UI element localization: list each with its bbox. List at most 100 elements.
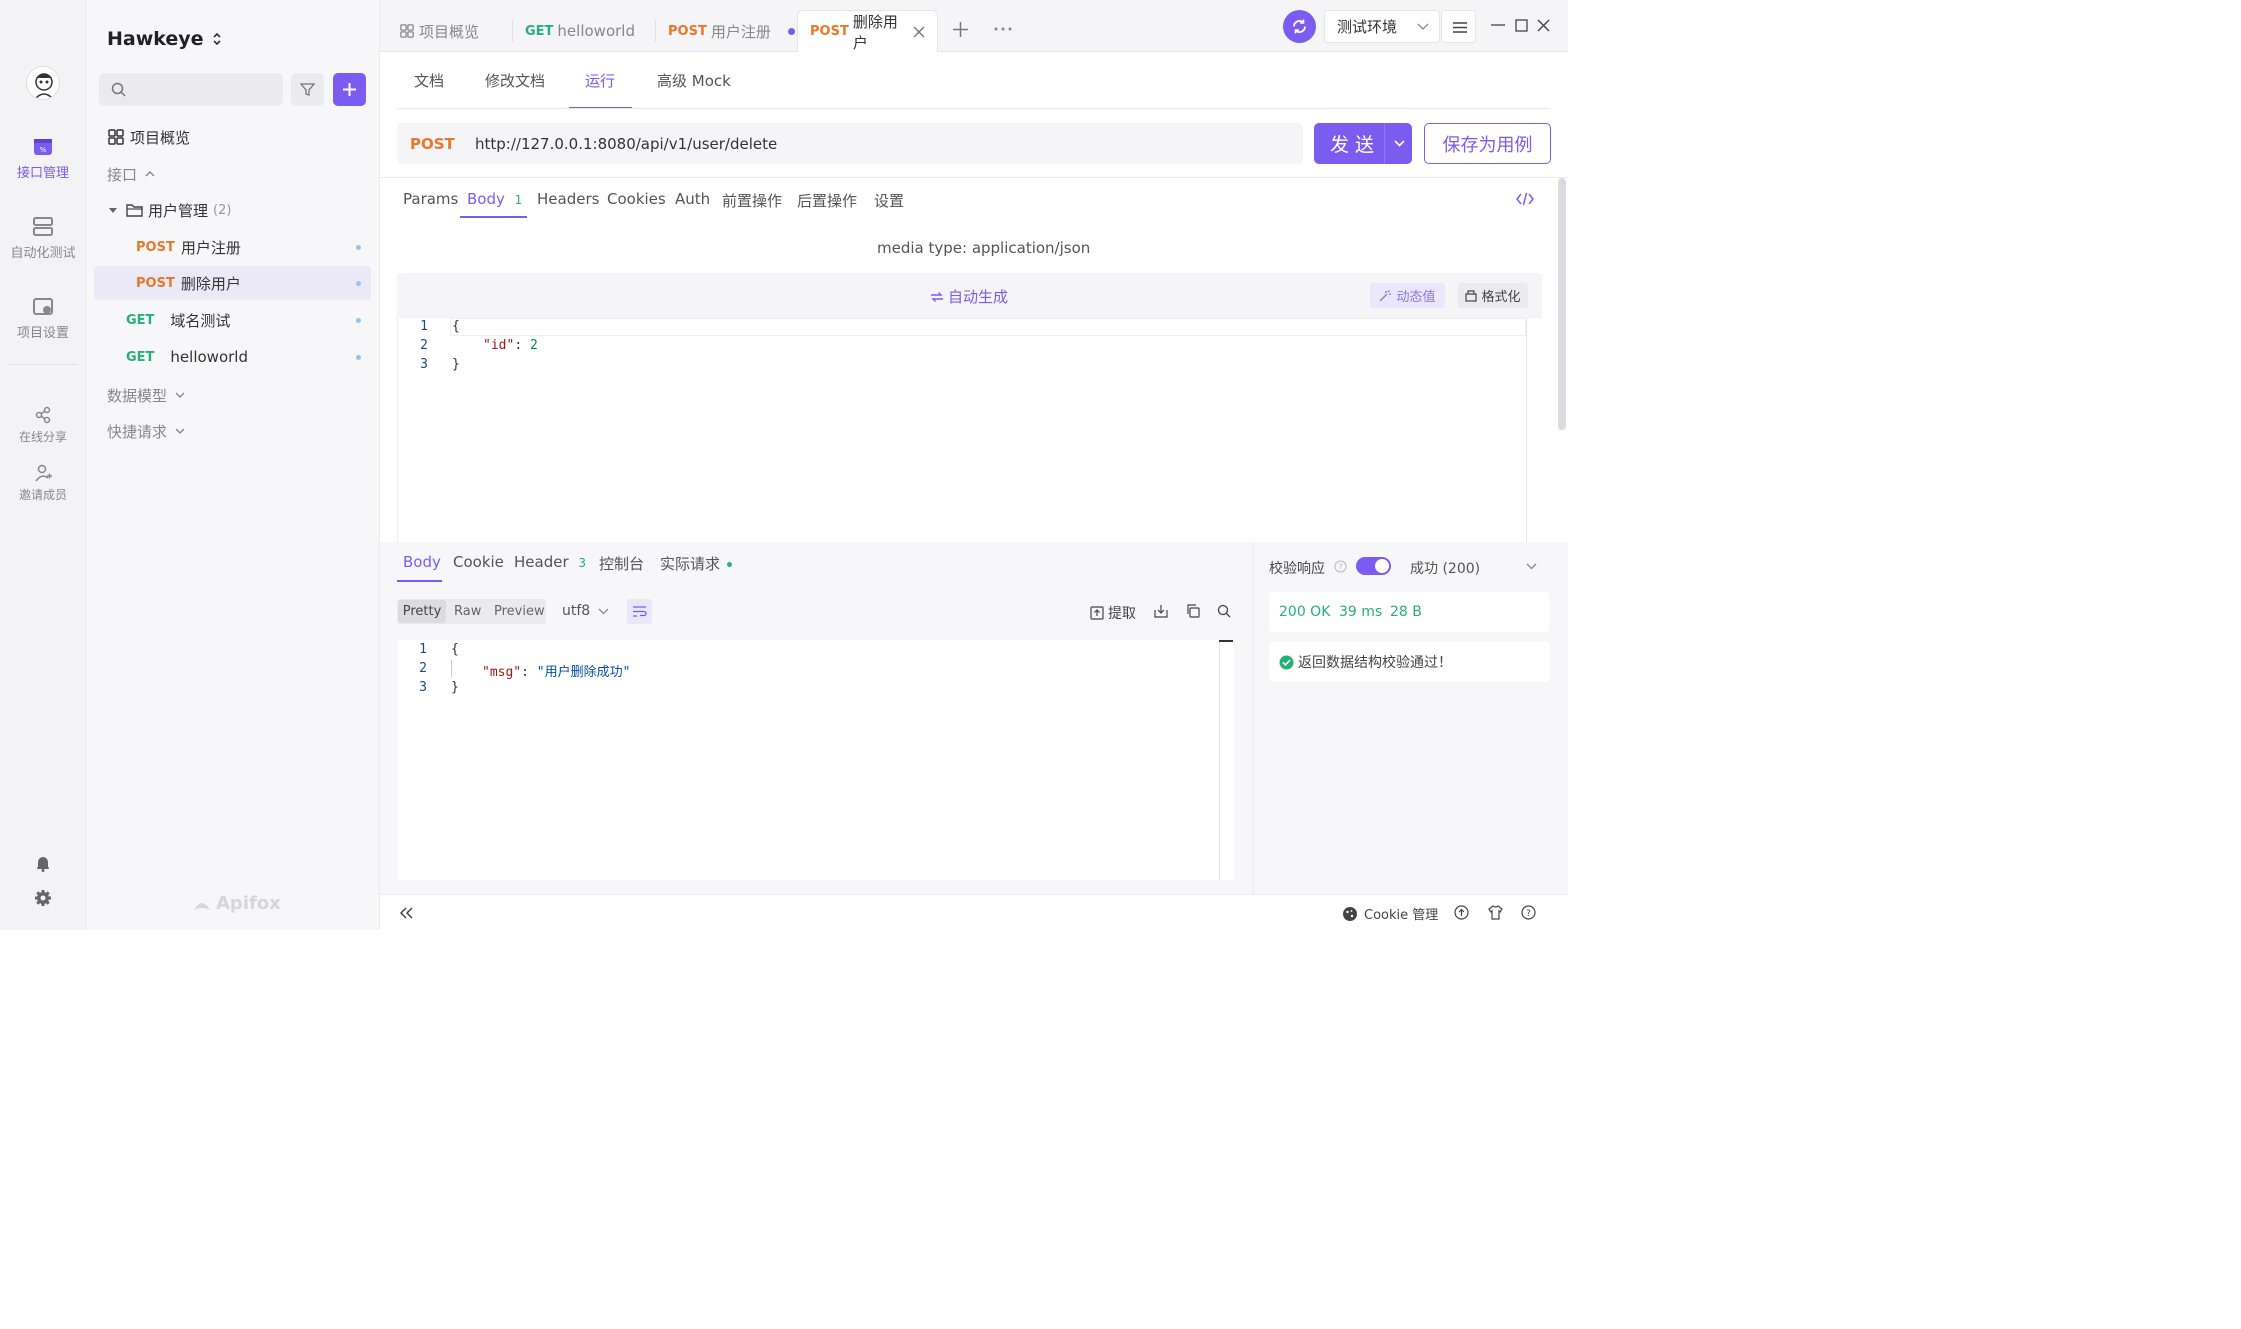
response-scrollbar[interactable] (1219, 640, 1220, 880)
auto-generate-button[interactable]: 自动生成 (930, 286, 1008, 307)
resp-tab-header-label: Header (514, 553, 569, 571)
response-scroll-thumb[interactable] (1219, 640, 1233, 642)
upload-icon[interactable] (1454, 905, 1469, 920)
list-item[interactable]: GET helloworld (94, 340, 371, 374)
add-button[interactable] (333, 73, 366, 106)
window-close-icon[interactable] (1537, 19, 1550, 32)
project-name: Hawkeye (107, 28, 204, 50)
folder-user-management[interactable]: 用户管理 (2) (108, 193, 385, 227)
close-icon[interactable] (913, 26, 925, 38)
list-item[interactable]: POST 删除用户 (94, 266, 371, 300)
environment-menu-button[interactable] (1441, 10, 1476, 43)
rail-item-share[interactable]: 在线分享 (0, 406, 86, 445)
resp-tab-actual-request[interactable]: 实际请求 (660, 553, 732, 574)
save-as-case-button[interactable]: 保存为用例 (1424, 123, 1551, 164)
response-time: 39 ms (1339, 604, 1383, 620)
collapse-sidebar-icon[interactable] (399, 907, 413, 919)
tab-body[interactable]: Body 1 (467, 190, 522, 208)
view-preview[interactable]: Preview (494, 604, 545, 619)
chevron-down-icon[interactable] (1526, 563, 1537, 570)
subtab-run[interactable]: 运行 (585, 70, 615, 91)
resp-tab-body[interactable]: Body (403, 553, 441, 571)
copy-icon[interactable] (1186, 604, 1200, 618)
window-minimize-icon[interactable] (1491, 24, 1505, 26)
help-icon[interactable]: ? (1521, 905, 1536, 920)
rail-item-project-settings[interactable]: 项目设置 (0, 296, 86, 341)
rail-item-automation[interactable]: 自动化测试 (0, 216, 86, 261)
chevron-down-icon[interactable] (1394, 140, 1405, 147)
sidebar-item-label: 项目概览 (130, 128, 191, 147)
url-input[interactable]: http://127.0.0.1:8080/api/v1/user/delete (475, 135, 777, 153)
validate-toggle[interactable] (1356, 557, 1391, 575)
list-item[interactable]: POST 用户注册 (94, 230, 371, 264)
tab-cookies[interactable]: Cookies (607, 190, 666, 208)
tab-label: 删除用户 (852, 12, 898, 52)
shirt-icon[interactable] (1488, 905, 1503, 920)
rail-item-invite[interactable]: 邀请成员 (0, 464, 86, 503)
validation-status[interactable]: 成功 (200) (1410, 558, 1480, 578)
bell-icon[interactable] (34, 854, 52, 872)
section-data-models[interactable]: 数据模型 (107, 378, 384, 412)
editor-scrollbar[interactable] (1526, 318, 1527, 542)
filter-icon (300, 82, 315, 97)
project-switcher[interactable]: Hawkeye (107, 28, 222, 50)
tab-overview[interactable]: 项目概览 (388, 10, 491, 52)
tab-headers[interactable]: Headers (537, 190, 599, 208)
rail-label: 项目设置 (16, 326, 69, 341)
subtab-doc[interactable]: 文档 (414, 70, 444, 91)
view-pretty[interactable]: Pretty (398, 600, 446, 623)
rail-item-api[interactable]: % 接口管理 (0, 136, 86, 181)
response-code-viewer[interactable]: 1 2 3 { "msg": "用户删除成功" } (397, 640, 1234, 880)
subtab-edit-doc[interactable]: 修改文档 (485, 70, 545, 91)
section-quick-requests[interactable]: 快捷请求 (107, 414, 384, 448)
view-raw[interactable]: Raw (454, 604, 481, 619)
gear-icon[interactable] (34, 889, 52, 907)
sidebar-item-overview[interactable]: 项目概览 (108, 120, 385, 154)
tab-helloworld[interactable]: GET helloworld (513, 10, 647, 52)
tab-register[interactable]: POST 用户注册 (656, 10, 807, 52)
search-input[interactable] (99, 73, 283, 106)
sync-button[interactable] (1283, 10, 1316, 43)
tab-post-ops[interactable]: 后置操作 (797, 190, 857, 211)
tab-settings[interactable]: 设置 (874, 190, 904, 211)
list-item[interactable]: GET 域名测试 (94, 303, 371, 337)
cookie-manager-button[interactable]: Cookie 管理 (1342, 904, 1438, 923)
tab-delete-user[interactable]: POST 删除用户 (797, 10, 938, 52)
unsaved-dot (787, 27, 795, 35)
line-number: 3 (419, 680, 427, 695)
wrap-toggle-button[interactable] (627, 599, 652, 624)
code-brace: { (451, 642, 459, 657)
tab-params[interactable]: Params (403, 190, 458, 208)
code-view-icon[interactable] (1516, 192, 1534, 206)
window-maximize-icon[interactable] (1515, 19, 1528, 32)
resp-tab-header[interactable]: Header 3 (514, 553, 586, 571)
folder-count: (2) (213, 202, 232, 218)
section-api[interactable]: 接口 (107, 157, 384, 191)
filter-button[interactable] (291, 73, 324, 106)
send-button[interactable]: 发 送 (1314, 123, 1412, 164)
method-select[interactable]: POST (410, 135, 455, 153)
format-button[interactable]: 格式化 (1458, 283, 1528, 308)
section-label: 接口 (107, 165, 138, 184)
main-scrollbar[interactable] (1558, 178, 1566, 430)
environment-select[interactable]: 测试环境 (1324, 10, 1440, 43)
tab-pre-ops[interactable]: 前置操作 (722, 190, 782, 211)
body-code-editor[interactable]: 1 2 3 { "id": 2 } (397, 318, 1542, 542)
download-icon[interactable] (1154, 604, 1168, 618)
search-icon[interactable] (1217, 604, 1231, 618)
resp-tab-cookie[interactable]: Cookie (453, 553, 504, 571)
tab-auth[interactable]: Auth (675, 190, 710, 208)
wrap-lines-icon (632, 605, 647, 618)
avatar[interactable] (26, 66, 60, 100)
refresh-icon (930, 290, 944, 304)
help-icon[interactable]: ? (1334, 560, 1347, 573)
new-tab-button[interactable] (952, 21, 969, 38)
dynamic-value-label: 动态值 (1396, 290, 1436, 305)
extract-button[interactable]: 提取 (1090, 603, 1136, 623)
dynamic-value-button[interactable]: 动态值 (1370, 283, 1445, 308)
more-tabs-icon[interactable] (994, 27, 1012, 31)
encoding-select[interactable]: utf8 (562, 603, 609, 619)
subtab-mock[interactable]: 高级 Mock (657, 70, 731, 91)
resp-tab-console[interactable]: 控制台 (599, 553, 644, 574)
chevron-down-icon (175, 427, 185, 435)
